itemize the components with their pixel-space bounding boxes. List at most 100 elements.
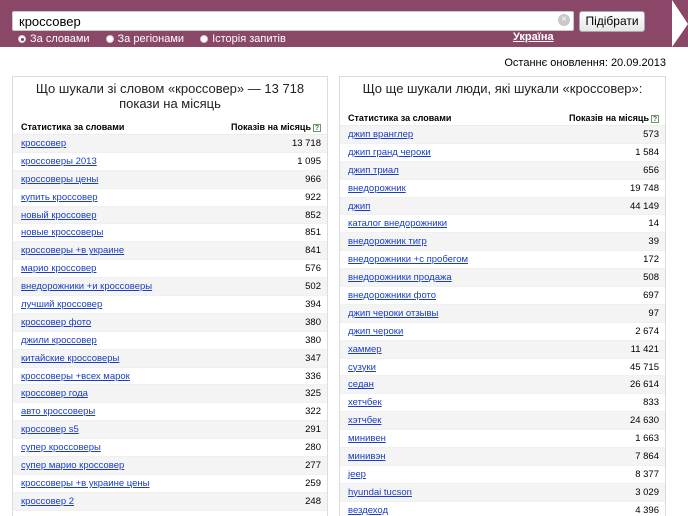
keyword-link[interactable]: лучший кроссовер — [21, 299, 102, 310]
keyword-link[interactable]: вездеход — [348, 505, 388, 516]
keyword-row: джип триал 656 — [340, 161, 665, 180]
mode-history[interactable]: Історія запитів — [200, 33, 286, 45]
help-icon[interactable]: ? — [651, 114, 659, 123]
keyword-link[interactable]: внедорожники фото — [348, 290, 436, 301]
keyword-link[interactable]: джип чероки — [348, 326, 403, 337]
keyword-link[interactable]: китайские кроссоверы — [21, 353, 119, 364]
keyword-link[interactable]: джип — [348, 201, 370, 212]
keyword-count: 1 584 — [635, 146, 659, 158]
keyword-link[interactable]: внедорожники +с пробегом — [348, 254, 468, 265]
keyword-row: кроссовер фото 380 — [13, 313, 327, 332]
help-icon[interactable]: ? — [313, 123, 321, 132]
keyword-link[interactable]: джип чероки отзывы — [348, 308, 438, 319]
keyword-count: 347 — [305, 352, 321, 364]
keyword-row: джип 44 149 — [340, 197, 665, 216]
search-input[interactable] — [12, 11, 574, 31]
keyword-link[interactable]: авто кроссоверы — [21, 406, 95, 417]
keyword-count: 172 — [643, 254, 659, 266]
keyword-link[interactable]: хетчбек — [348, 397, 382, 408]
keyword-link[interactable]: джип триал — [348, 165, 399, 176]
keyword-link[interactable]: hyundai tucson — [348, 487, 412, 498]
keyword-row: хетчбек 833 — [340, 394, 665, 413]
keyword-count: 19 748 — [629, 182, 659, 194]
keyword-count: 394 — [305, 298, 321, 310]
keyword-count: 697 — [643, 289, 659, 301]
keyword-row: внедорожник тигр 39 — [340, 233, 665, 252]
keyword-list: кроссовер 13 718 кроссоверы 2013 1 095 кросс… — [13, 135, 327, 511]
keywords-column-header: Статистика за словами — [21, 122, 125, 132]
keyword-link[interactable]: новые кроссоверы — [21, 227, 103, 238]
keyword-link[interactable]: джип гранд чероки — [348, 147, 431, 158]
keyword-link[interactable]: хаммер — [348, 344, 382, 355]
keyword-link[interactable]: супер марио кроссовер — [21, 460, 124, 471]
keyword-count: 502 — [305, 281, 321, 293]
keyword-row: каталог внедорожники 14 — [340, 215, 665, 234]
keyword-link[interactable]: купить кроссовер — [21, 192, 98, 203]
keyword-link[interactable]: jeep — [348, 469, 366, 480]
keyword-row: hyundai tucson 3 029 — [340, 483, 665, 502]
right-panel: Що ще шукали люди, які шукали «кроссовер… — [339, 76, 666, 516]
keyword-link[interactable]: кроссовер 2 — [21, 496, 74, 507]
keyword-link[interactable]: кроссовер s5 — [21, 424, 79, 435]
keyword-link[interactable]: седан — [348, 379, 374, 390]
mode-by-words[interactable]: За словами — [18, 33, 90, 45]
radio-selected-icon[interactable] — [18, 35, 26, 43]
mode-by-regions[interactable]: За регіонами — [105, 33, 185, 45]
keyword-count: 277 — [305, 459, 321, 471]
keyword-link[interactable]: кроссоверы +всех марок — [21, 371, 130, 382]
keyword-row: внедорожники +с пробегом 172 — [340, 251, 665, 270]
mode-label: За регіонами — [117, 33, 185, 45]
keyword-link[interactable]: хэтчбек — [348, 415, 381, 426]
keyword-row: минивен 1 663 — [340, 430, 665, 449]
keyword-link[interactable]: кроссоверы цены — [21, 174, 98, 185]
keyword-link[interactable]: супер кроссоверы — [21, 442, 101, 453]
keyword-row: джип чероки 2 674 — [340, 323, 665, 341]
submit-button[interactable]: Підібрати — [579, 11, 645, 32]
keyword-link[interactable]: кроссовер фото — [21, 317, 91, 328]
keyword-row: кроссовер s5 291 — [13, 421, 327, 440]
keyword-row: кроссоверы +в украине 841 — [13, 242, 327, 261]
keyword-link[interactable]: каталог внедорожники — [348, 218, 447, 229]
keyword-count: 841 — [305, 245, 321, 257]
keyword-link[interactable]: внедорожник — [348, 183, 406, 194]
keyword-row: внедорожники +и кроссоверы 502 — [13, 278, 327, 297]
keyword-count: 259 — [305, 477, 321, 489]
keyword-count: 966 — [305, 173, 321, 185]
keyword-row: супер марио кроссовер 277 — [13, 457, 327, 475]
keyword-link[interactable]: внедорожники +и кроссоверы — [21, 281, 152, 292]
keyword-count: 1 663 — [635, 433, 659, 445]
panel-title: Що ще шукали люди, які шукали «кроссовер… — [362, 81, 643, 96]
clear-icon[interactable]: × — [558, 14, 570, 26]
keyword-row: хэтчбек 24 630 — [340, 412, 665, 431]
keyword-link[interactable]: кроссоверы 2013 — [21, 156, 97, 167]
keyword-row: кроссовер года 325 — [13, 385, 327, 404]
keyword-link[interactable]: новый кроссовер — [21, 210, 96, 221]
keyword-row: кроссовер 2 248 — [13, 492, 327, 511]
keyword-link[interactable]: внедорожник тигр — [348, 236, 427, 247]
keyword-count: 14 — [648, 218, 659, 230]
keyword-link[interactable]: сузуки — [348, 362, 376, 373]
keyword-link[interactable]: минивэн — [348, 451, 386, 462]
keyword-count: 833 — [643, 397, 659, 409]
column-header: Статистика за словами Показів на місяць? — [340, 110, 665, 126]
keyword-link[interactable]: кроссоверы +в украине — [21, 245, 124, 256]
keyword-link[interactable]: кроссовер года — [21, 388, 88, 399]
keyword-link[interactable]: джили кроссовер — [21, 335, 97, 346]
keyword-row: авто кроссоверы 322 — [13, 403, 327, 422]
keyword-row: кроссоверы 2013 1 095 — [13, 153, 327, 171]
keyword-row: внедорожники продажа 508 — [340, 269, 665, 288]
radio-icon[interactable] — [200, 35, 209, 43]
region-link[interactable]: Україна — [513, 31, 554, 43]
count-column-header: Показів на місяць? — [569, 110, 659, 125]
keyword-row: новый кроссовер 852 — [13, 206, 327, 225]
radio-icon[interactable] — [105, 35, 114, 43]
keyword-link[interactable]: кроссовер — [21, 138, 66, 149]
keyword-row: джип чероки отзывы 97 — [340, 304, 665, 323]
keyword-link[interactable]: внедорожники продажа — [348, 272, 452, 283]
keyword-row: седан 26 614 — [340, 376, 665, 395]
keyword-link[interactable]: джип вранглер — [348, 129, 413, 140]
keyword-link[interactable]: марио кроссовер — [21, 263, 96, 274]
keyword-link[interactable]: минивен — [348, 433, 386, 444]
last-updated: Останнє оновлення: 20.09.2013 — [504, 57, 666, 69]
keyword-link[interactable]: кроссоверы +в украине цены — [21, 478, 149, 489]
